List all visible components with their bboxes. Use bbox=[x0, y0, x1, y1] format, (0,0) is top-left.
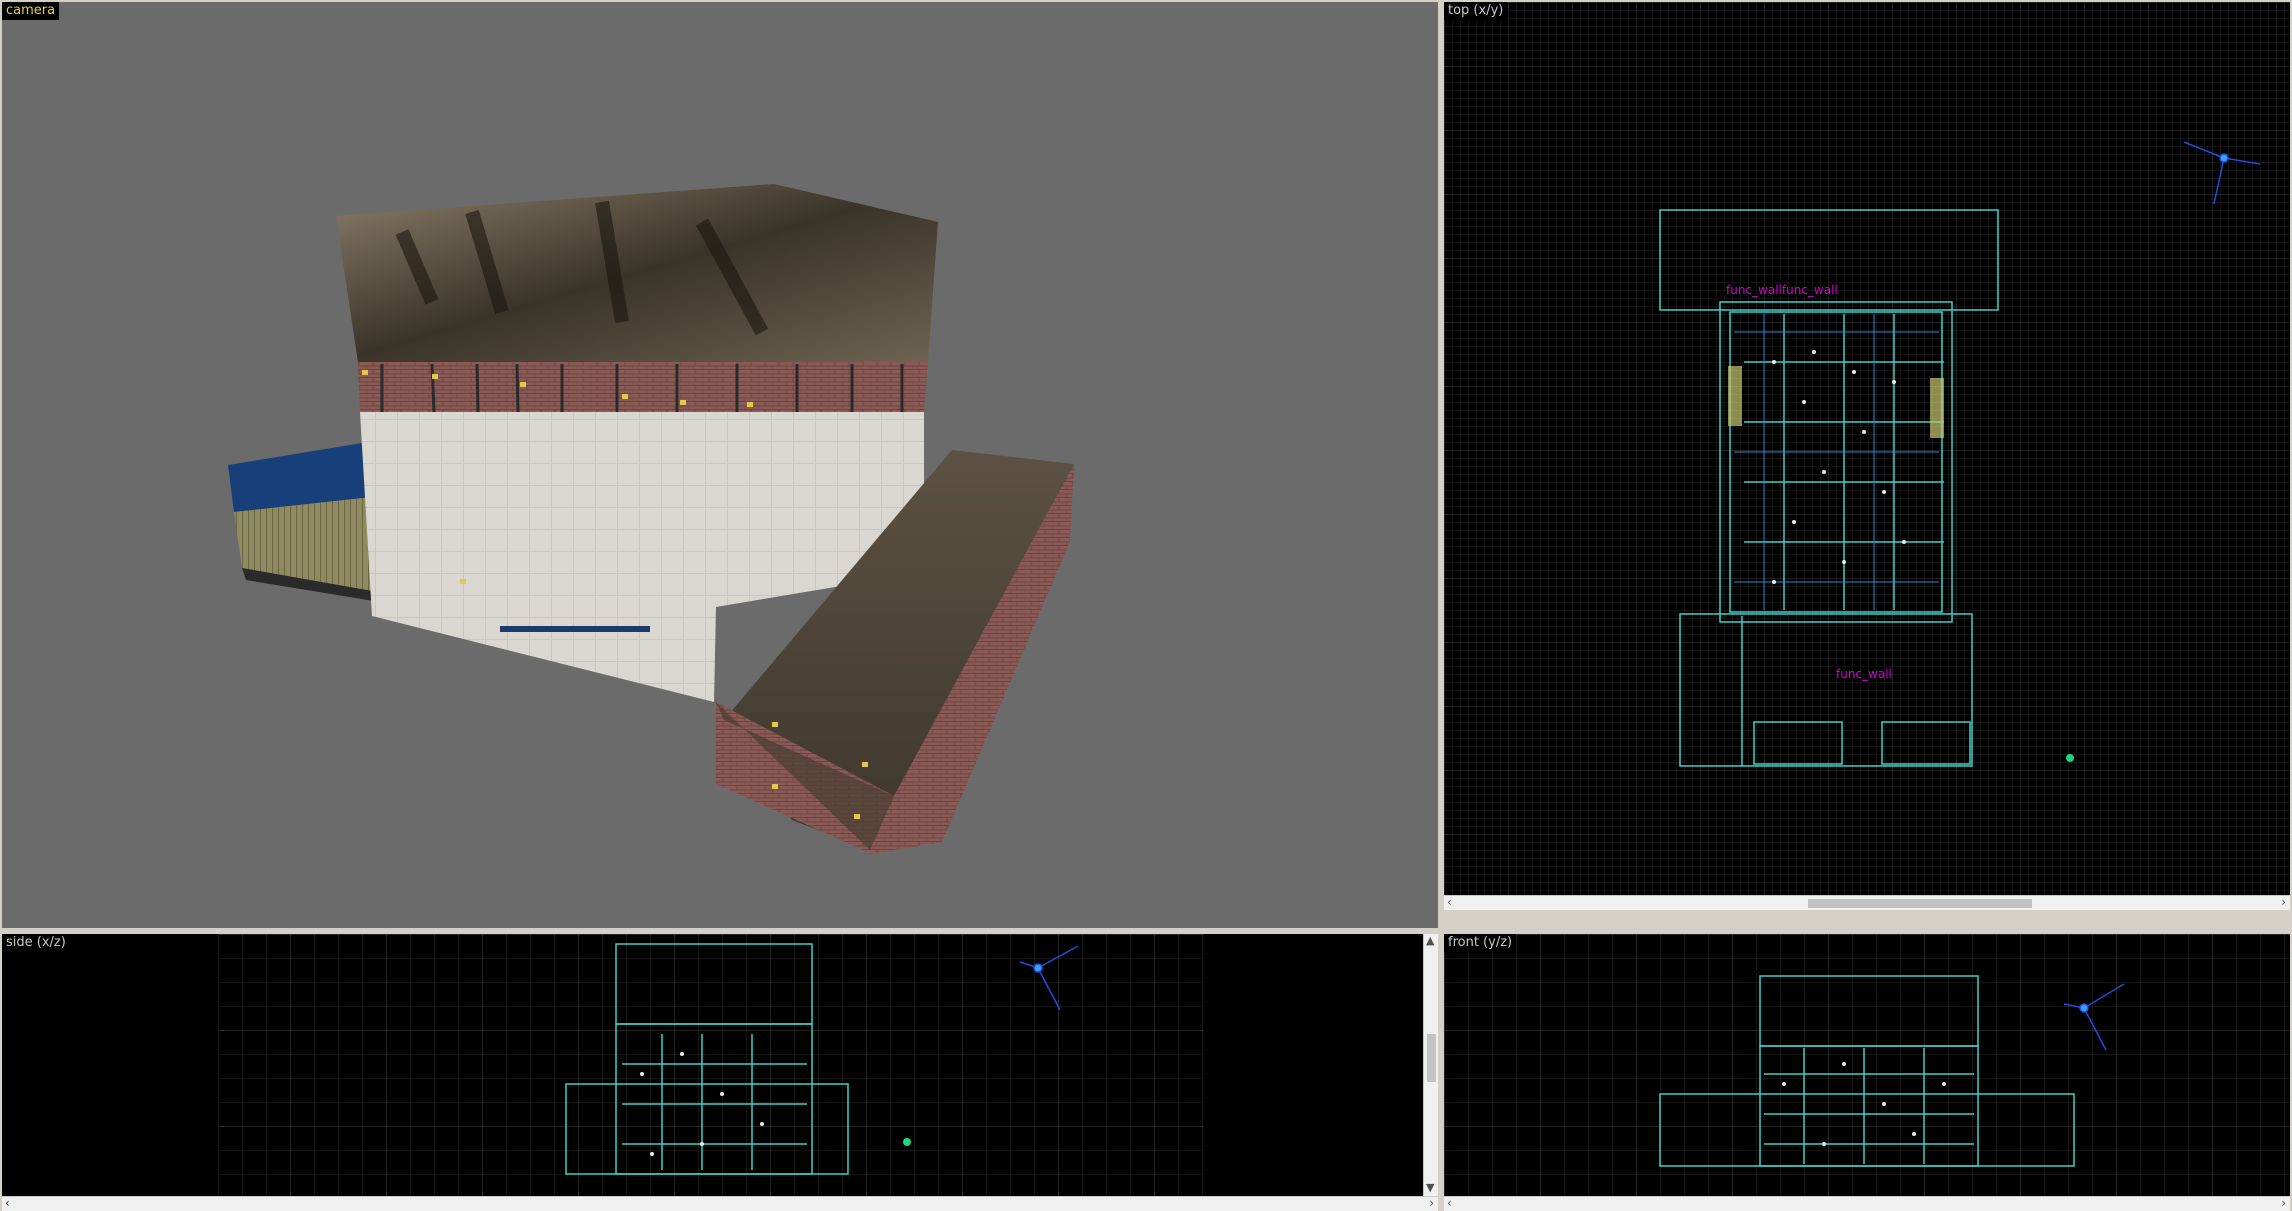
scroll-up-icon[interactable]: ▲ bbox=[1426, 934, 1434, 947]
light-entity-icon[interactable] bbox=[2066, 754, 2074, 762]
top-viewport[interactable]: top (x/y) func_wallfunc_wall func_wall ‹… bbox=[1444, 2, 2290, 910]
front-grid[interactable] bbox=[1444, 934, 2290, 1196]
scroll-left-icon[interactable]: ‹ bbox=[1447, 895, 1452, 909]
top-grid[interactable]: func_wallfunc_wall func_wall bbox=[1444, 2, 2290, 910]
scroll-down-icon[interactable]: ▼ bbox=[1426, 1181, 1434, 1194]
side-vertical-scrollbar[interactable]: ▲ ▼ bbox=[1423, 934, 1438, 1196]
entity-label-func-wall-pair: func_wallfunc_wall bbox=[1726, 283, 1838, 297]
scroll-right-icon[interactable]: › bbox=[2281, 895, 2286, 909]
front-viewport[interactable]: front (y/z) bbox=[1444, 934, 2290, 1196]
side-viewport-label: side (x/z) bbox=[2, 934, 70, 952]
side-scroll-thumb[interactable] bbox=[1427, 1034, 1436, 1082]
front-viewport-label: front (y/z) bbox=[1444, 934, 1517, 952]
top-horizontal-scrollbar[interactable]: ‹ › bbox=[1444, 895, 2290, 910]
front-horizontal-scrollbar[interactable]: ‹ › bbox=[1444, 1196, 2290, 1211]
side-light-icon[interactable] bbox=[903, 1138, 911, 1146]
side-viewport[interactable]: side (x/z) ▲ ▼ bbox=[2, 934, 1438, 1196]
entity-label-func-wall: func_wall bbox=[1836, 667, 1892, 681]
side-grid[interactable] bbox=[2, 934, 1424, 1196]
camera-viewport-label: camera bbox=[2, 2, 60, 20]
camera-viewport[interactable]: camera bbox=[2, 2, 1438, 928]
top-viewport-label: top (x/y) bbox=[1444, 2, 1508, 20]
side-horizontal-scrollbar[interactable]: ‹ › bbox=[2, 1196, 1438, 1211]
top-scroll-thumb[interactable] bbox=[1808, 899, 2032, 908]
3d-scene[interactable] bbox=[2, 2, 1438, 928]
